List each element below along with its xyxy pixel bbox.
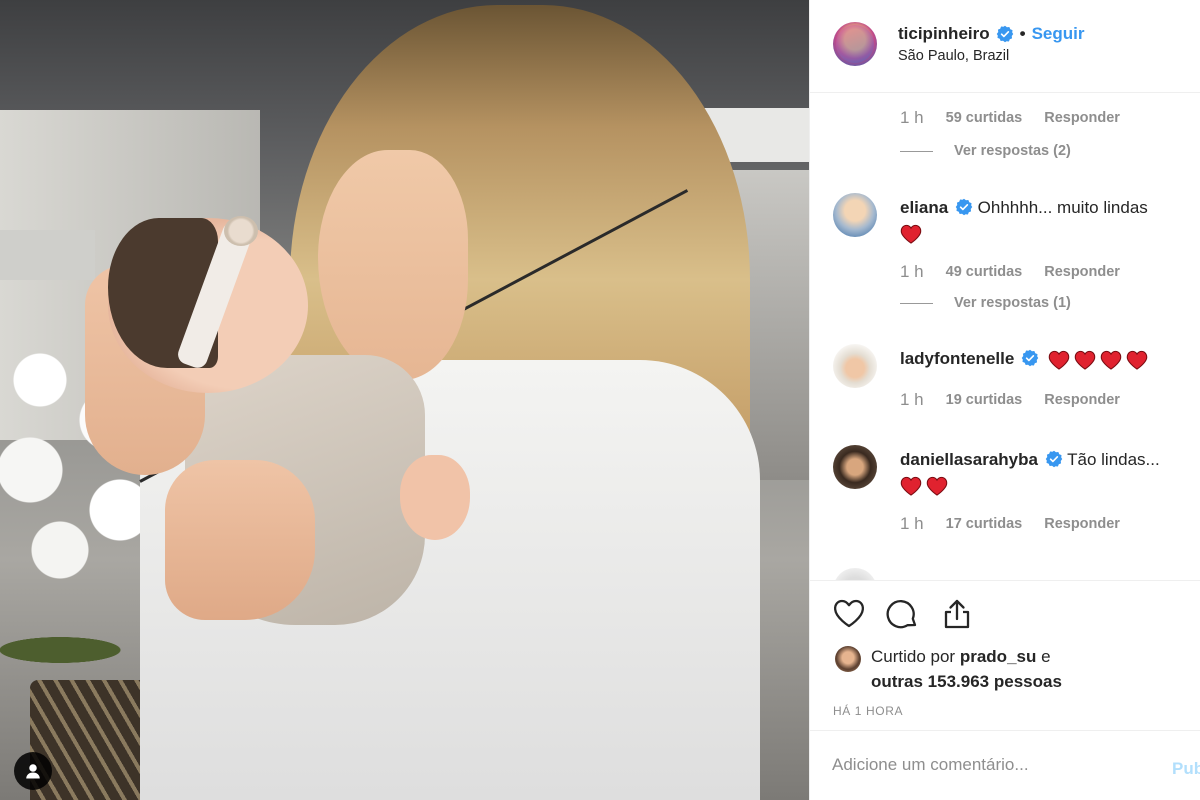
photo-hand-lower: [165, 460, 315, 620]
liked-by: Curtido por prado_su e outras 153.963 pe…: [835, 644, 1121, 694]
publish-button[interactable]: Pub: [1172, 759, 1200, 779]
replies-line: [900, 150, 933, 152]
view-replies-label: Ver respostas (1): [954, 295, 1071, 311]
likes-prefix: Curtido por: [871, 647, 956, 666]
post-side-panel: ticipinheiro • Seguir São Paulo, Brazil …: [809, 0, 1200, 800]
verified-badge-icon: [1021, 349, 1039, 367]
commenter-avatar[interactable]: [833, 344, 877, 388]
header-separator: •: [1019, 24, 1026, 43]
comment-likes[interactable]: 49 curtidas: [946, 264, 1023, 280]
comment-meta: 1 h 59 curtidas Responder: [900, 108, 1120, 128]
commenter-username[interactable]: ladyfontenelle: [900, 349, 1014, 368]
user-silhouette-icon: [26, 764, 40, 779]
verified-badge-icon: [996, 25, 1013, 43]
likes-count-link[interactable]: outras 153.963 pessoas: [871, 672, 1062, 691]
comment-text: Tão lindas...: [1067, 450, 1160, 469]
comment-bubble-icon[interactable]: [886, 597, 920, 631]
comment-time: 1 h: [900, 108, 924, 127]
photo-headband-flower: [224, 216, 258, 246]
commenter-avatar[interactable]: [833, 568, 877, 580]
view-replies-button[interactable]: Ver respostas (1): [900, 295, 1071, 311]
replies-line: [900, 302, 933, 304]
comment-likes[interactable]: 59 curtidas: [946, 110, 1023, 126]
liker-username[interactable]: prado_su: [960, 647, 1037, 666]
post-location[interactable]: São Paulo, Brazil: [898, 48, 1009, 64]
comment-likes[interactable]: 19 curtidas: [946, 392, 1023, 408]
post-header: ticipinheiro • Seguir São Paulo, Brazil: [810, 0, 1200, 93]
comment-hearts: [1048, 350, 1148, 370]
comment-meta: 1 h 49 curtidas Responder: [900, 262, 1120, 282]
verified-badge-icon: [1045, 450, 1062, 468]
heart-emoji-icon: [1048, 350, 1070, 370]
tagged-users-button[interactable]: [14, 752, 52, 790]
comment-time: 1 h: [900, 390, 924, 409]
heart-emoji-icon: [900, 224, 922, 244]
heart-emoji-icon: [1100, 350, 1122, 370]
reply-button[interactable]: Responder: [1044, 392, 1120, 408]
comment-time: 1 h: [900, 514, 924, 533]
view-replies-button[interactable]: Ver respostas (2): [900, 143, 1071, 159]
heart-emoji-icon: [1074, 350, 1096, 370]
photo-background-shelf: [0, 230, 95, 280]
comment-meta: 1 h 17 curtidas Responder: [900, 514, 1120, 534]
heart-emoji-icon: [1126, 350, 1148, 370]
verified-badge-icon: [955, 198, 973, 216]
comment-likes[interactable]: 17 curtidas: [946, 516, 1023, 532]
comment-hearts: [900, 476, 948, 496]
comment-body: eliana Ohhhhh... muito lindas: [900, 195, 1190, 245]
commenter-username[interactable]: eliana: [900, 198, 948, 217]
author-avatar[interactable]: [833, 22, 877, 66]
commenter-avatar[interactable]: [833, 445, 877, 489]
reply-button[interactable]: Responder: [1044, 110, 1120, 126]
action-icons-row: [832, 597, 974, 631]
post-timestamp[interactable]: HÁ 1 HORA: [833, 704, 903, 718]
comment-body: ladyfontenelle: [900, 346, 1190, 371]
commenter-username[interactable]: daniellasarahyba: [900, 450, 1038, 469]
post-photo[interactable]: [0, 0, 809, 800]
share-icon[interactable]: [940, 597, 974, 631]
post-actions-area: Curtido por prado_su e outras 153.963 pe…: [810, 580, 1200, 730]
commenter-avatar[interactable]: [833, 193, 877, 237]
comment-meta: 1 h 19 curtidas Responder: [900, 390, 1120, 410]
author-line: ticipinheiro • Seguir: [898, 24, 1084, 44]
author-username[interactable]: ticipinheiro: [898, 24, 990, 44]
likes-summary: Curtido por prado_su e outras 153.963 pe…: [871, 644, 1121, 694]
photo-baby-foot: [400, 455, 470, 540]
add-comment-bar: Pub: [810, 730, 1200, 800]
reply-button[interactable]: Responder: [1044, 264, 1120, 280]
comment-body: daniellasarahyba Tão lindas...: [900, 447, 1190, 497]
liker-avatar[interactable]: [835, 646, 861, 672]
comments-list[interactable]: 1 h 59 curtidas Responder Ver respostas …: [810, 94, 1200, 580]
reply-button[interactable]: Responder: [1044, 516, 1120, 532]
comment-input[interactable]: [832, 755, 1152, 775]
comment-hearts: [900, 224, 922, 244]
view-replies-label: Ver respostas (2): [954, 143, 1071, 159]
comment-time: 1 h: [900, 262, 924, 281]
heart-outline-icon[interactable]: [832, 597, 866, 631]
heart-emoji-icon: [900, 476, 922, 496]
likes-conjunction: e: [1041, 647, 1051, 666]
follow-button[interactable]: Seguir: [1032, 24, 1085, 44]
comment-text: Ohhhhh... muito lindas: [977, 198, 1148, 217]
heart-emoji-icon: [926, 476, 948, 496]
